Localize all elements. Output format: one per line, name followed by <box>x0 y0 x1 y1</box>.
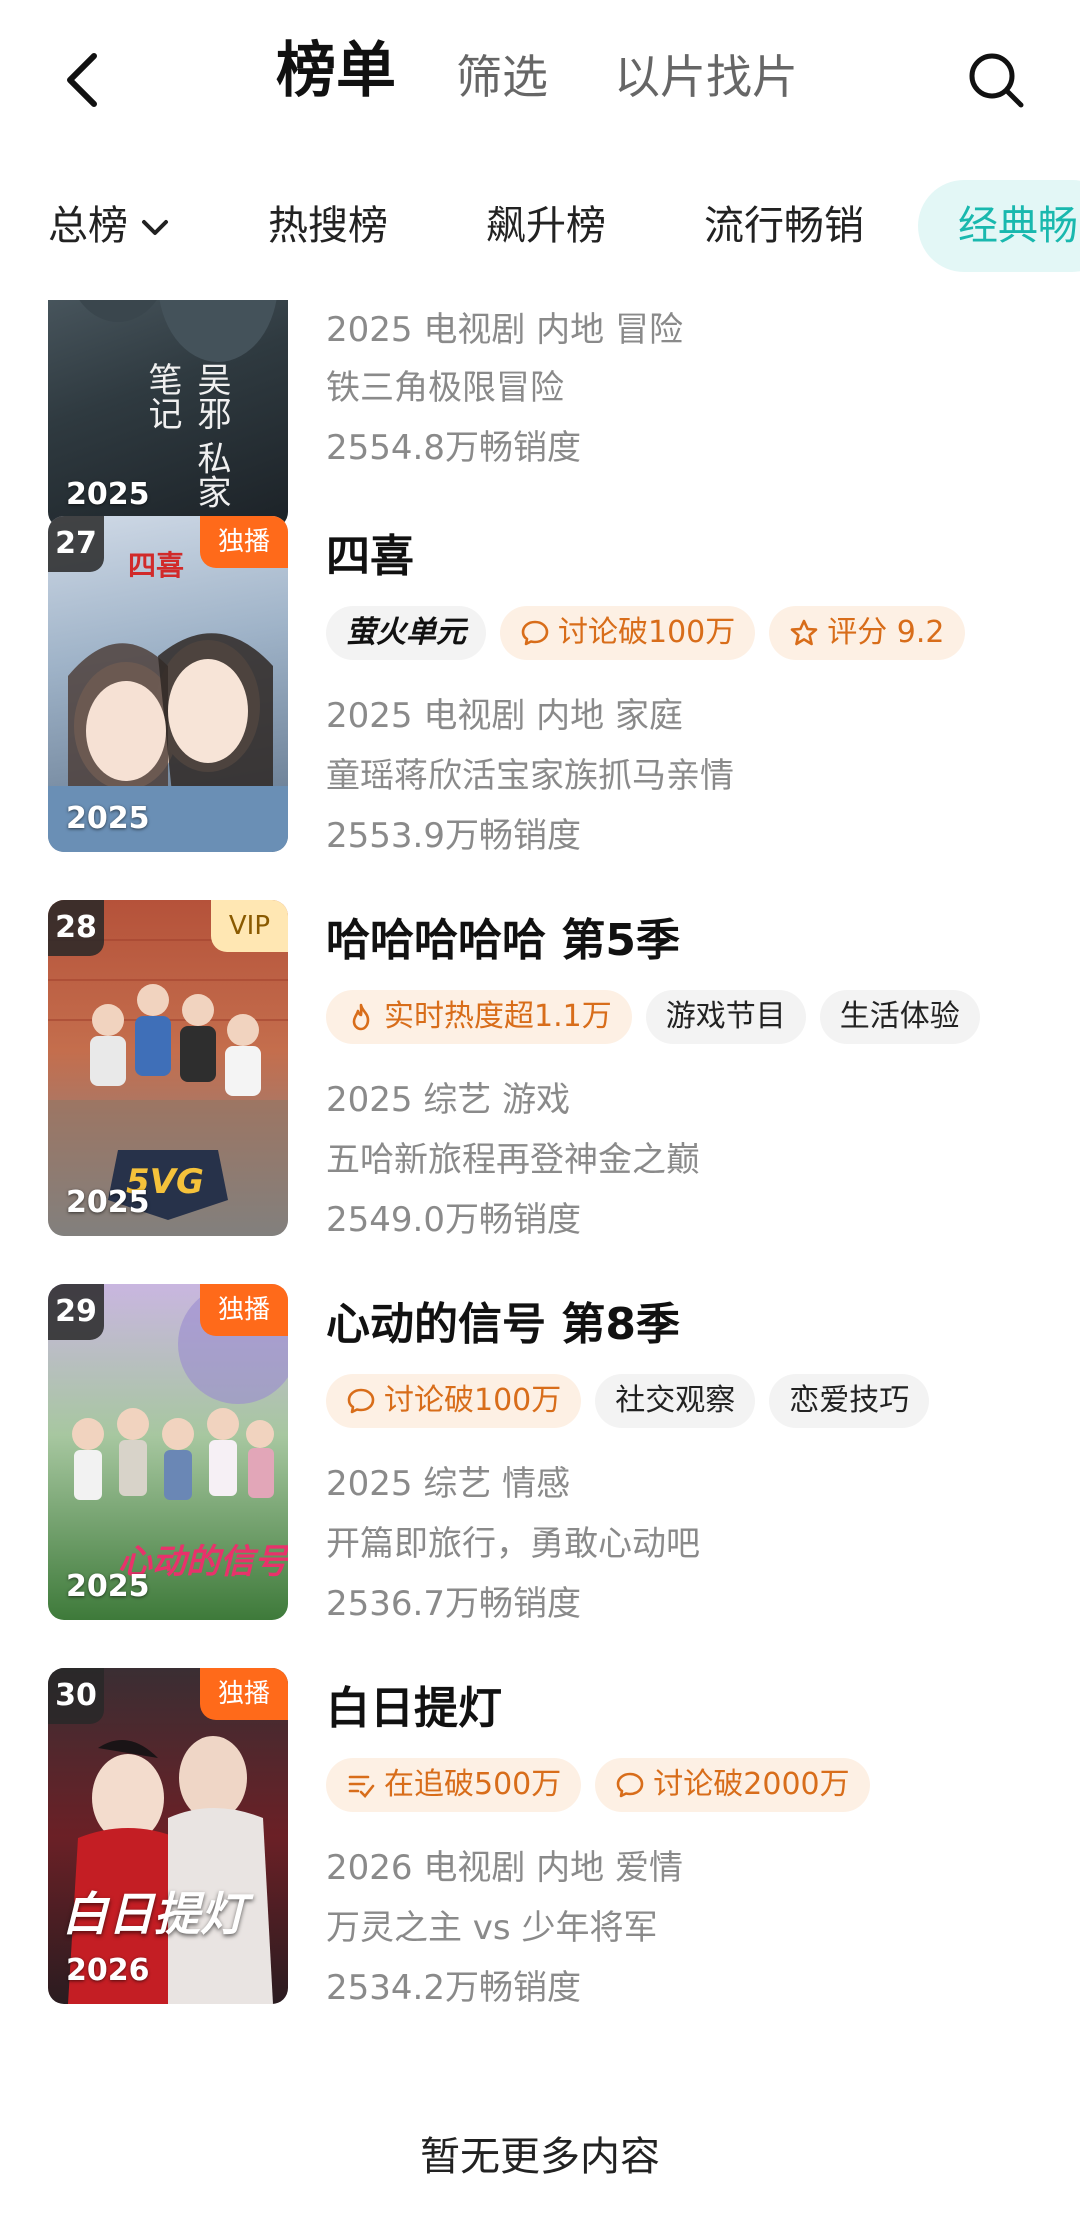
tag-firefly-unit: 萤火单元 <box>326 606 486 660</box>
exclusive-badge: 独播 <box>199 1284 288 1336</box>
item-info-line: 2025 综艺 游戏 <box>326 1080 571 1120</box>
list-item[interactable]: 吴邪 私家笔记 2025 2025 电视剧 内地 冒险 铁三角极限冒险 2554… <box>0 300 1080 532</box>
item-description: 铁三角极限冒险 <box>326 368 564 408</box>
tag-label: 讨论破100万 <box>558 615 736 650</box>
list-item[interactable]: 心动的信号 29 独播 2025 心动的信号 第8季 讨论破100万 社交观察 … <box>0 1284 1080 1624</box>
tag-genre: 游戏节目 <box>645 990 806 1044</box>
rank-badge: 30 <box>48 1668 104 1724</box>
item-sales-score: 2549.0万畅销度 <box>326 1200 581 1240</box>
chat-bubble-icon <box>521 620 549 646</box>
chevron-left-icon[interactable] <box>60 50 108 110</box>
poster-title-art: 吴邪 私家笔记 <box>142 362 231 509</box>
item-description: 开篇即旅行，勇敢心动吧 <box>326 1524 700 1564</box>
tag-row: 萤火单元 讨论破100万 评分 9.2 <box>326 606 965 660</box>
item-info-line: 2026 电视剧 内地 爱情 <box>326 1848 683 1888</box>
tab-find-by-title[interactable]: 以片找片 <box>614 44 798 110</box>
subtab-overall[interactable]: 总榜 <box>48 180 170 272</box>
subtab-overall-label: 总榜 <box>48 203 128 249</box>
tag-label: 社交观察 <box>615 1383 736 1418</box>
vip-badge: VIP <box>210 900 288 952</box>
poster-year: 2025 <box>66 1569 150 1604</box>
tag-following: 在追破500万 <box>326 1758 582 1812</box>
list-item[interactable]: 白日提灯 30 独播 2026 白日提灯 在追破500万 讨论破2000万 20… <box>0 1668 1080 2008</box>
rank-badge: 27 <box>48 516 104 572</box>
item-title[interactable]: 心动的信号 第8季 <box>326 1288 680 1352</box>
item-title[interactable]: 四喜 <box>326 520 414 584</box>
tag-genre: 恋爱技巧 <box>769 1374 930 1428</box>
chevron-down-icon <box>142 220 168 235</box>
tag-discussion: 讨论破100万 <box>326 1374 582 1428</box>
rank-badge: 28 <box>48 900 104 956</box>
tag-label: 实时热度超1.1万 <box>384 999 612 1034</box>
subtab-popular-bestseller[interactable]: 流行畅销 <box>704 180 864 272</box>
item-description: 万灵之主 vs 少年将军 <box>326 1908 658 1948</box>
poster-year: 2026 <box>66 1953 150 1988</box>
subtab-classic-bestseller[interactable]: 经典畅 <box>918 180 1080 272</box>
item-info-line: 2025 电视剧 内地 冒险 <box>326 310 683 350</box>
item-description: 童瑶蒋欣活宝家族抓马亲情 <box>326 756 734 796</box>
tag-rating: 评分 9.2 <box>769 606 965 660</box>
star-icon <box>790 619 818 646</box>
ranking-list: 吴邪 私家笔记 2025 2025 电视剧 内地 冒险 铁三角极限冒险 2554… <box>0 300 1080 2040</box>
poster-year: 2025 <box>66 477 150 512</box>
item-info-line: 2025 综艺 情感 <box>326 1464 571 1504</box>
item-sales-score: 2554.8万畅销度 <box>326 428 581 468</box>
poster-title-art: 四喜 <box>128 549 185 582</box>
exclusive-badge: 独播 <box>199 516 288 568</box>
poster-image[interactable]: 四喜 27 独播 2025 <box>48 516 288 852</box>
list-item[interactable]: 四喜 27 独播 2025 四喜 萤火单元 讨论破100万 评分 9.2 202… <box>0 516 1080 856</box>
item-title[interactable]: 白日提灯 <box>326 1672 502 1736</box>
poster-image[interactable]: 心动的信号 29 独播 2025 <box>48 1284 288 1620</box>
chart-category-tabs: 总榜 热搜榜 飙升榜 流行畅销 经典畅 <box>0 180 1080 272</box>
item-description: 五哈新旅程再登神金之巅 <box>326 1140 700 1180</box>
watchlist-icon <box>348 1775 375 1798</box>
item-title[interactable]: 哈哈哈哈哈 第5季 <box>326 904 680 968</box>
end-of-list-message: 暂无更多内容 <box>420 2134 660 2180</box>
exclusive-badge: 独播 <box>199 1668 288 1720</box>
chat-bubble-icon <box>347 1388 375 1414</box>
tag-discussion: 讨论破100万 <box>500 606 756 660</box>
poster-title-art: 白日提灯 <box>62 1887 246 1941</box>
tab-leaderboard[interactable]: 榜单 <box>276 38 396 104</box>
item-sales-score: 2553.9万畅销度 <box>326 816 581 856</box>
tag-label: 生活体验 <box>839 999 960 1034</box>
tag-genre: 生活体验 <box>819 990 980 1044</box>
poster-image[interactable]: 白日提灯 30 独播 2026 <box>48 1668 288 2004</box>
flame-icon <box>352 1003 370 1031</box>
tag-row: 讨论破100万 社交观察 恋爱技巧 <box>326 1374 930 1428</box>
tag-label: 讨论破100万 <box>384 1383 562 1418</box>
poster-year: 2025 <box>66 1185 150 1220</box>
poster-image[interactable]: 5VG 28 VIP 2025 <box>48 900 288 1236</box>
tag-discussion: 讨论破2000万 <box>595 1758 870 1812</box>
tag-row: 在追破500万 讨论破2000万 <box>326 1758 870 1812</box>
tag-label: 恋爱技巧 <box>789 1383 910 1418</box>
subtab-rising[interactable]: 飙升榜 <box>486 180 606 272</box>
item-sales-score: 2534.2万畅销度 <box>326 1968 581 2008</box>
chat-bubble-icon <box>616 1772 644 1798</box>
tag-label: 萤火单元 <box>346 615 466 650</box>
tag-label: 游戏节目 <box>665 999 786 1034</box>
list-item[interactable]: 5VG 28 VIP 2025 哈哈哈哈哈 第5季 实时热度超1.1万 游戏节目… <box>0 900 1080 1240</box>
rank-badge: 29 <box>48 1284 104 1340</box>
item-sales-score: 2536.7万畅销度 <box>326 1584 581 1624</box>
poster-year: 2025 <box>66 801 150 836</box>
subtab-hot-search[interactable]: 热搜榜 <box>268 180 388 272</box>
tag-genre: 社交观察 <box>595 1374 756 1428</box>
tag-label: 评分 9.2 <box>827 615 945 650</box>
tag-label: 在追破500万 <box>384 1767 562 1802</box>
tab-filter[interactable]: 筛选 <box>456 44 548 110</box>
tag-label: 讨论破2000万 <box>653 1767 850 1802</box>
tag-row: 实时热度超1.1万 游戏节目 生活体验 <box>326 990 980 1044</box>
top-navigation-bar: 榜单 筛选 以片找片 <box>0 0 1080 160</box>
item-info-line: 2025 电视剧 内地 家庭 <box>326 696 683 736</box>
tag-realtime-heat: 实时热度超1.1万 <box>326 990 632 1044</box>
search-icon[interactable] <box>966 50 1026 110</box>
poster-image[interactable]: 吴邪 私家笔记 2025 <box>48 300 288 528</box>
